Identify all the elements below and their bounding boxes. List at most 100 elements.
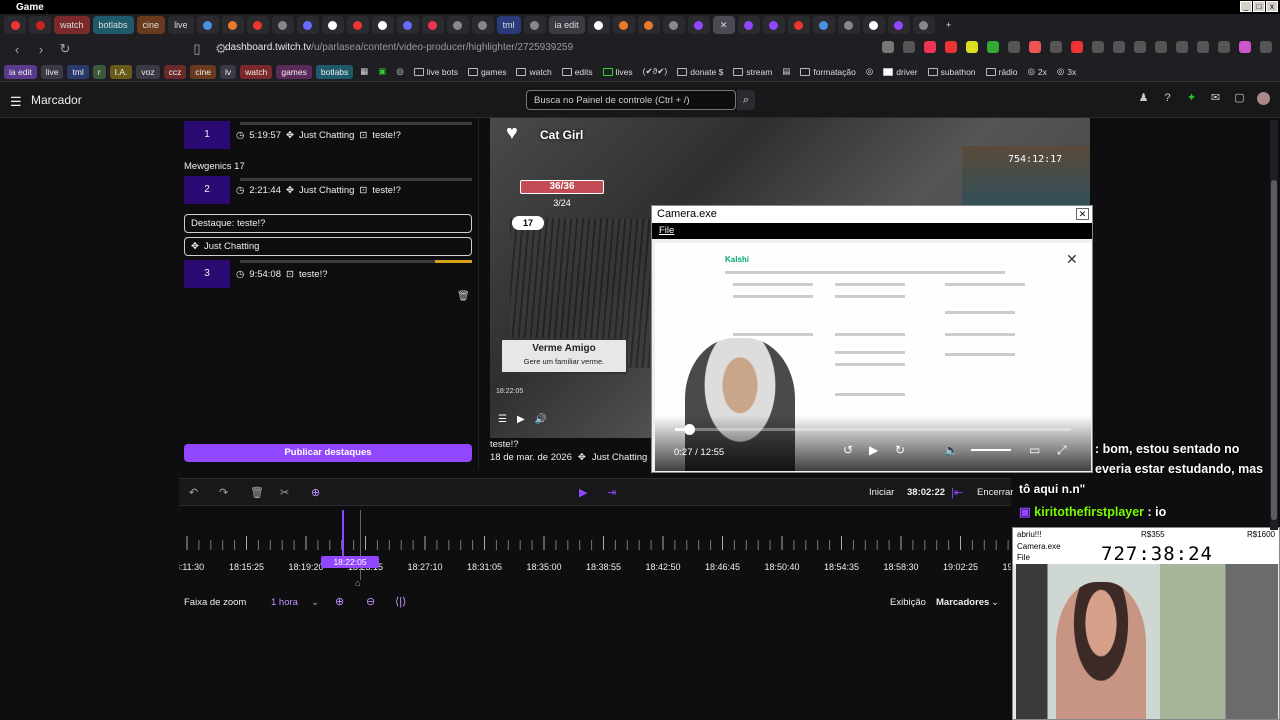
tab-icon[interactable]	[787, 16, 810, 34]
bookmark-item[interactable]: ◎ 3x	[1054, 66, 1079, 77]
search-button[interactable]: ⌕	[737, 90, 755, 110]
bookmark-chip[interactable]: tml	[67, 64, 89, 79]
tab-icon[interactable]	[587, 16, 610, 34]
scissors-icon[interactable]: ✂	[280, 486, 289, 499]
rewards-icon[interactable]	[945, 41, 957, 53]
bookmark-icon[interactable]: ▯	[190, 41, 204, 57]
menu-icon[interactable]	[1260, 41, 1272, 53]
hamburger-menu-icon[interactable]: ☰	[10, 94, 22, 110]
delete-icon[interactable]: 🗑	[250, 486, 264, 499]
whispers-icon[interactable]: ▢	[1233, 92, 1246, 105]
tab-ia-edit[interactable]: ia edit	[548, 16, 585, 34]
chevron-down-icon[interactable]: ⌄	[311, 597, 319, 608]
fullscreen-icon[interactable]: ⤢	[1057, 443, 1067, 458]
skip-end-icon[interactable]: ⇥	[607, 486, 616, 499]
tab-icon[interactable]	[296, 16, 319, 34]
tab-icon[interactable]	[471, 16, 494, 34]
forward-icon[interactable]: ↻	[895, 443, 905, 457]
tab-icon[interactable]	[812, 16, 835, 34]
bookmark-chip[interactable]: voz	[136, 64, 160, 79]
tab-icon[interactable]	[321, 16, 344, 34]
tab-icon[interactable]	[196, 16, 219, 34]
timeline[interactable]: 18:11:3018:15:2518:19:2018:23:1518:27:10…	[179, 506, 1011, 590]
bookmark-item[interactable]: (✔ϑ✔)	[640, 66, 671, 77]
tab-icon[interactable]	[271, 16, 294, 34]
tab-icon[interactable]	[371, 16, 394, 34]
extension-icon[interactable]	[1050, 41, 1062, 53]
tab-icon[interactable]	[862, 16, 885, 34]
bookmark-chip[interactable]: lv	[219, 64, 237, 79]
bookmark-chip[interactable]: botlabs	[315, 64, 354, 79]
tab-live[interactable]: live	[168, 16, 194, 34]
tab-icon[interactable]	[346, 16, 369, 34]
bookmark-chip[interactable]: ia edit	[4, 64, 37, 79]
close-icon[interactable]: ✕	[1066, 251, 1078, 268]
volume-icon[interactable]: 🔈	[944, 443, 959, 457]
tab-icon[interactable]	[221, 16, 244, 34]
avatar[interactable]	[1257, 92, 1270, 105]
bookmark-chip[interactable]: r	[92, 64, 106, 79]
forward-icon[interactable]: ›	[34, 42, 48, 57]
highlight-title-field[interactable]: Destaque: teste!?	[184, 214, 472, 233]
extension-icon[interactable]	[1029, 41, 1041, 53]
share-icon[interactable]	[903, 41, 915, 53]
tab-botlabs[interactable]: botlabs	[92, 16, 134, 34]
seek-handle[interactable]	[683, 424, 695, 435]
bookmark-folder[interactable]: rádio	[983, 67, 1021, 77]
extension-icon[interactable]	[1008, 41, 1020, 53]
tab-cine[interactable]: cine	[136, 16, 166, 34]
extension-icon[interactable]	[966, 41, 978, 53]
tab-icon[interactable]	[662, 16, 685, 34]
tab-icon[interactable]	[687, 16, 710, 34]
extension-icon[interactable]	[987, 41, 999, 53]
reload-icon[interactable]: ↻	[58, 41, 72, 57]
extension-icon[interactable]	[1113, 41, 1125, 53]
play-icon[interactable]: ▶	[579, 486, 587, 499]
back-icon[interactable]: ‹	[10, 42, 24, 57]
trash-icon[interactable]: 🗑	[457, 291, 470, 302]
tab-icon[interactable]	[737, 16, 760, 34]
volume-slider[interactable]	[971, 449, 1011, 451]
captions-icon[interactable]: ▭	[1029, 443, 1040, 457]
rewind-icon[interactable]: ↺	[843, 443, 853, 457]
tab-tml[interactable]: tml	[496, 16, 521, 34]
tab-icon[interactable]	[637, 16, 660, 34]
minimize-button[interactable]: _	[1240, 1, 1252, 12]
scrollbar-thumb[interactable]	[1271, 180, 1277, 520]
seek-bar[interactable]	[675, 424, 1071, 435]
playhead[interactable]	[342, 510, 344, 560]
bookmark-chip[interactable]: games	[276, 64, 312, 79]
tab-icon[interactable]	[762, 16, 785, 34]
dashboard-search-input[interactable]: Busca no Painel de controle (Ctrl + /)	[526, 90, 736, 110]
tab-icon[interactable]	[612, 16, 635, 34]
grid-icon[interactable]: ▦	[357, 66, 371, 77]
highlight-row[interactable]: 1 ◷ 5:19:57 ✥ Just Chatting ⊡ teste!?	[184, 121, 472, 149]
volume-icon[interactable]: 🔊	[535, 414, 547, 425]
bookmark-item[interactable]: ◎ 2x	[1024, 66, 1049, 77]
bookmark-icon[interactable]: ◎	[393, 66, 406, 77]
extension-icon[interactable]	[1239, 41, 1251, 53]
new-tab-icon[interactable]: +	[938, 16, 960, 34]
bookmark-folder[interactable]: edits	[559, 67, 596, 77]
bookmark-icon[interactable]: ◎	[863, 66, 876, 77]
zoom-select[interactable]: 1 hora	[271, 597, 298, 608]
tab-watch[interactable]: watch	[54, 16, 90, 34]
brave-shield-icon[interactable]	[924, 41, 936, 53]
play-icon[interactable]: ▶	[517, 414, 525, 425]
bookmark-icon[interactable]: ▣	[375, 66, 389, 77]
extension-icon[interactable]	[1071, 41, 1083, 53]
redo-icon[interactable]: ↷	[219, 486, 228, 499]
extension-icon[interactable]	[1176, 41, 1188, 53]
page-scrollbar[interactable]	[1270, 120, 1278, 530]
publish-highlights-button[interactable]: Publicar destaques	[184, 444, 472, 462]
bookmark-item[interactable]: driver	[880, 67, 920, 77]
bookmark-folder[interactable]: stream	[730, 67, 775, 77]
zoom-out-icon[interactable]: ⊖	[366, 595, 375, 608]
bookmark-chip[interactable]: ccz	[163, 64, 187, 79]
extension-icon[interactable]	[1134, 41, 1146, 53]
inbox-icon[interactable]: ✉	[1209, 92, 1222, 105]
start-value[interactable]: 38:02:22	[907, 487, 945, 498]
close-icon[interactable]: ✕	[1076, 208, 1089, 220]
tab-icon[interactable]	[887, 16, 910, 34]
fit-icon[interactable]: ⟨|⟩	[395, 595, 406, 608]
